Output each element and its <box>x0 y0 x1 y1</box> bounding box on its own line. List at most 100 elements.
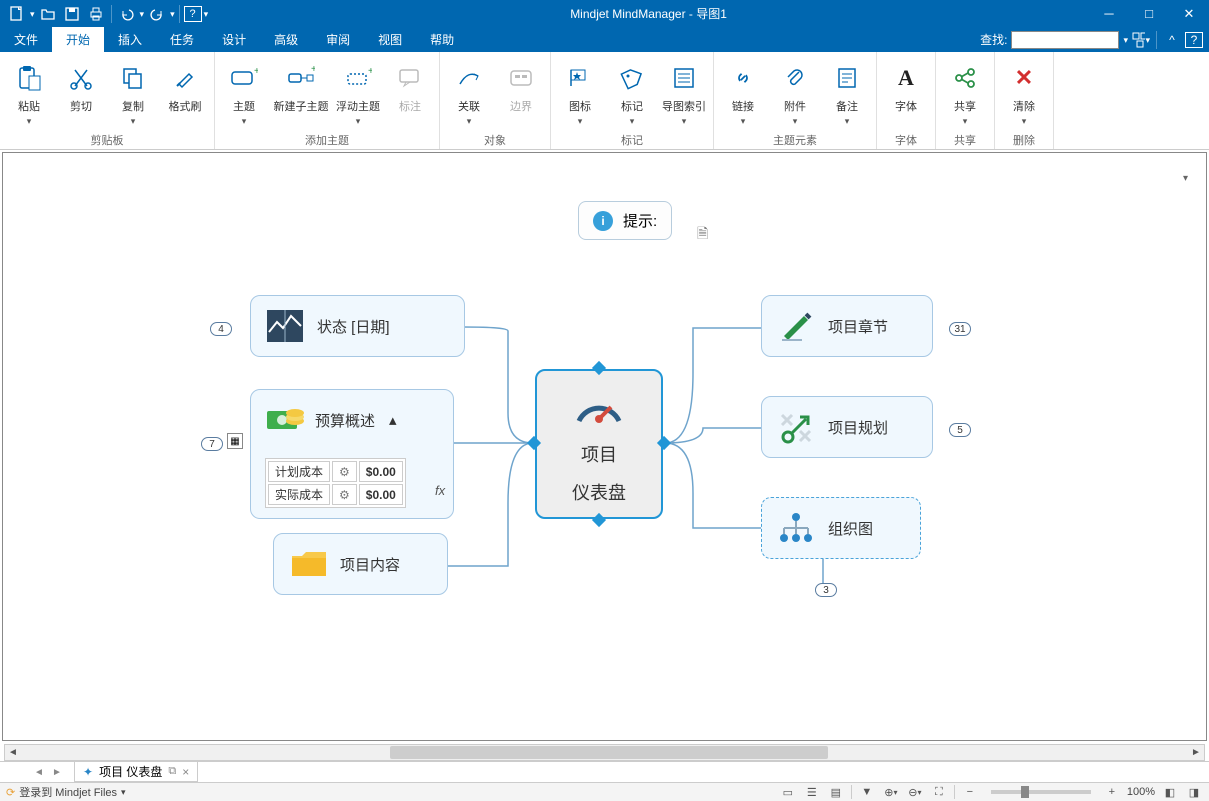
share-button[interactable]: 共享▾ <box>942 58 988 128</box>
dropdown-icon[interactable]: ▾ <box>1123 35 1128 46</box>
zoom-level[interactable]: 100% <box>1127 786 1155 798</box>
central-node[interactable]: 项目 仪表盘 <box>535 369 663 519</box>
tag-button[interactable]: 标记▾ <box>609 58 655 128</box>
format-painter-button[interactable]: 格式刷 <box>162 58 208 128</box>
font-button[interactable]: A字体 <box>883 58 929 128</box>
strategy-icon <box>776 407 816 447</box>
relationship-button[interactable]: 关联▾ <box>446 58 492 128</box>
ribbon: 粘贴▾ 剪切 复制▾ 格式刷 剪贴板 +主题▾ +新建子主题 +浮动主题▾ 标注… <box>0 52 1209 150</box>
menu-task[interactable]: 任务 <box>156 27 208 52</box>
budget-node[interactable]: 预算概述 ▴ 计划成本⚙$0.00 实际成本⚙$0.00 <box>250 389 454 519</box>
dropdown-icon[interactable]: ▾ <box>30 9 35 20</box>
note-indicator-icon[interactable]: 🗎 <box>697 223 708 247</box>
dropdown-icon[interactable]: ▾ <box>140 9 145 20</box>
budget-label: 预算概述 <box>315 410 375 431</box>
floating-topic-button[interactable]: +浮动主题▾ <box>335 58 381 128</box>
copy-icon <box>117 62 149 94</box>
svg-text:+: + <box>311 66 315 75</box>
tab-close-icon[interactable]: × <box>182 765 189 779</box>
collapse-icon[interactable]: ▴ <box>389 411 397 429</box>
notes-button[interactable]: 备注▾ <box>824 58 870 128</box>
tab-next-icon[interactable]: ► <box>48 763 66 781</box>
dropdown-icon[interactable]: ▾ <box>121 787 126 798</box>
collapse-ribbon-icon[interactable]: ^ <box>1163 31 1181 49</box>
view-map-icon[interactable]: ▭ <box>779 784 797 800</box>
planning-count-badge[interactable]: 5 <box>949 423 971 437</box>
search-input[interactable] <box>1011 31 1119 49</box>
gear-icon[interactable]: ⚙ <box>332 461 357 482</box>
dropdown-icon[interactable]: ▾ <box>170 9 175 20</box>
horizontal-scrollbar[interactable]: ◄ ► <box>4 744 1205 761</box>
view-gantt-icon[interactable]: ▤ <box>827 784 845 800</box>
menu-help[interactable]: 帮助 <box>416 27 468 52</box>
menu-file[interactable]: 文件 <box>0 27 52 52</box>
view-outline-icon[interactable]: ☰ <box>803 784 821 800</box>
topic-button[interactable]: +主题▾ <box>221 58 267 128</box>
menu-advanced[interactable]: 高级 <box>260 27 312 52</box>
chapter-node[interactable]: 项目章节 <box>761 295 933 357</box>
minimize-button[interactable]: ─ <box>1089 0 1129 27</box>
maximize-button[interactable]: □ <box>1129 0 1169 27</box>
chapter-count-badge[interactable]: 31 <box>949 322 971 336</box>
paste-button[interactable]: 粘贴▾ <box>6 58 52 128</box>
zoom-slider[interactable] <box>991 790 1091 794</box>
zoom-in-icon[interactable]: + <box>1103 784 1121 800</box>
menu-start[interactable]: 开始 <box>52 27 104 52</box>
copy-button[interactable]: 复制▾ <box>110 58 156 128</box>
menu-design[interactable]: 设计 <box>208 27 260 52</box>
tab-popout-icon[interactable]: ⧉ <box>168 765 176 778</box>
callout-icon <box>394 62 426 94</box>
cut-button[interactable]: 剪切 <box>58 58 104 128</box>
menu-bar: 文件 开始 插入 任务 设计 高级 审阅 视图 帮助 查找: ▾ ▾ ^ ? <box>0 27 1209 52</box>
zoom-out-icon[interactable]: − <box>961 784 979 800</box>
save-icon[interactable] <box>61 3 83 25</box>
close-button[interactable]: ✕ <box>1169 0 1209 27</box>
status-count-badge[interactable]: 4 <box>210 322 232 336</box>
status-node[interactable]: 状态 [日期] <box>250 295 465 357</box>
org-label: 组织图 <box>828 518 873 539</box>
budget-count-badge[interactable]: 7 <box>201 437 223 451</box>
scroll-thumb[interactable] <box>390 746 828 759</box>
menu-view[interactable]: 视图 <box>364 27 416 52</box>
new-doc-icon[interactable] <box>6 3 28 25</box>
print-icon[interactable] <box>85 3 107 25</box>
index-button[interactable]: 导图索引▾ <box>661 58 707 128</box>
undo-icon[interactable] <box>116 3 138 25</box>
chapter-label: 项目章节 <box>828 316 888 337</box>
open-icon[interactable] <box>37 3 59 25</box>
ribbon-group-add-topic: +主题▾ +新建子主题 +浮动主题▾ 标注 添加主题 <box>215 52 440 149</box>
collapse-icon[interactable]: ⊖▾ <box>906 784 924 800</box>
fx-label[interactable]: fx <box>435 483 445 498</box>
planning-node[interactable]: 项目规划 <box>761 396 933 458</box>
fit-icon[interactable]: ⛶ <box>930 784 948 800</box>
help-icon[interactable]: ? <box>1185 32 1203 48</box>
content-node[interactable]: 项目内容 <box>273 533 448 595</box>
hint-node[interactable]: i 提示: <box>578 201 672 240</box>
canvas-workspace[interactable]: i 提示: 🗎 项目 仪表盘 状态 [日期] 4 预算概述 ▴ 计划成本 <box>2 152 1207 741</box>
link-button[interactable]: 链接▾ <box>720 58 766 128</box>
svg-text:+: + <box>254 66 258 77</box>
taskpane-icon[interactable]: ◧ <box>1161 784 1179 800</box>
subtopic-button[interactable]: +新建子主题 <box>273 58 329 128</box>
tab-prev-icon[interactable]: ◄ <box>30 763 48 781</box>
login-label[interactable]: 登录到 Mindjet Files <box>19 784 117 800</box>
menu-review[interactable]: 审阅 <box>312 27 364 52</box>
icon-button[interactable]: 图标▾ <box>557 58 603 128</box>
document-tab[interactable]: ✦ 项目 仪表盘 ⧉ × <box>74 762 198 782</box>
taskpane2-icon[interactable]: ◨ <box>1185 784 1203 800</box>
redo-icon[interactable] <box>146 3 168 25</box>
gear-icon[interactable]: ⚙ <box>332 484 357 505</box>
structure-icon[interactable]: ▾ <box>1132 31 1150 49</box>
org-node[interactable]: 组织图 <box>761 497 921 559</box>
org-count-badge[interactable]: 3 <box>815 583 837 597</box>
filter-icon[interactable]: ▼ <box>858 784 876 800</box>
attachment-button[interactable]: 附件▾ <box>772 58 818 128</box>
spreadsheet-icon[interactable]: ▦ <box>227 433 243 449</box>
menu-insert[interactable]: 插入 <box>104 27 156 52</box>
clear-button[interactable]: ✕清除▾ <box>1001 58 1047 128</box>
expand-icon[interactable]: ⊕▾ <box>882 784 900 800</box>
mindmap-icon: ✦ <box>83 765 93 779</box>
scroll-left-icon[interactable]: ◄ <box>5 745 21 760</box>
help-dropdown-icon[interactable]: ? <box>184 6 202 22</box>
scroll-right-icon[interactable]: ► <box>1188 745 1204 760</box>
